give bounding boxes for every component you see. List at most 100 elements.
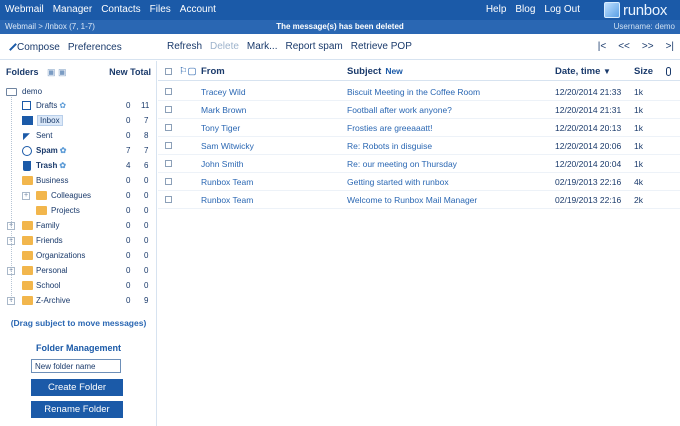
message-row[interactable]: Tony Tiger Frosties are greeaaatt! 12/20… bbox=[158, 119, 680, 137]
folder-total-count: 7 bbox=[144, 146, 149, 155]
message-checkbox[interactable] bbox=[165, 178, 172, 185]
message-size: 1k bbox=[634, 123, 643, 133]
message-date: 02/19/2013 22:16 bbox=[555, 195, 622, 205]
rename-folder-button[interactable]: Rename Folder bbox=[31, 401, 123, 418]
column-subject[interactable]: Subject New bbox=[347, 66, 403, 77]
folder-label: Projects bbox=[51, 206, 80, 215]
folder-sent[interactable]: ◤ Sent 0 8 bbox=[0, 129, 156, 144]
folder-new-count: 0 bbox=[126, 281, 131, 290]
expand-icon[interactable]: + bbox=[7, 222, 15, 230]
new-folder-name-input[interactable] bbox=[31, 359, 121, 373]
folder-friends[interactable]: + Friends 0 0 bbox=[0, 234, 156, 249]
message-checkbox[interactable] bbox=[165, 196, 172, 203]
folder-new-count: 0 bbox=[126, 221, 131, 230]
folder-inbox[interactable]: Inbox 0 7 bbox=[0, 114, 156, 129]
message-from[interactable]: Mark Brown bbox=[201, 105, 246, 115]
runbox-logo[interactable]: runbox bbox=[604, 0, 676, 20]
compose-button[interactable]: Compose bbox=[4, 38, 60, 53]
nav-account[interactable]: Account bbox=[180, 4, 216, 15]
folder-label: Business bbox=[36, 176, 69, 185]
message-subject[interactable]: Football after work anyone? bbox=[347, 105, 452, 115]
message-row[interactable]: Runbox Team Getting started with runbox … bbox=[158, 173, 680, 191]
nav-contacts[interactable]: Contacts bbox=[101, 4, 140, 15]
expand-icon[interactable]: + bbox=[7, 237, 15, 245]
last-page-button[interactable]: >| bbox=[666, 41, 674, 52]
folder-drafts[interactable]: Drafts ✿ 0 11 bbox=[0, 99, 156, 114]
nav-webmail[interactable]: Webmail bbox=[5, 4, 44, 15]
folder-label: Family bbox=[36, 221, 60, 230]
message-checkbox[interactable] bbox=[165, 142, 172, 149]
folder-total-count: 0 bbox=[144, 221, 149, 230]
folder-spam[interactable]: Spam ✿ 7 7 bbox=[0, 144, 156, 159]
folder-label: Personal bbox=[36, 266, 68, 275]
message-subject[interactable]: Re: Robots in disguise bbox=[347, 141, 432, 151]
message-subject[interactable]: Welcome to Runbox Mail Manager bbox=[347, 195, 477, 205]
message-from[interactable]: Runbox Team bbox=[201, 177, 253, 187]
expand-icon[interactable]: + bbox=[7, 297, 15, 305]
message-checkbox[interactable] bbox=[165, 124, 172, 131]
message-checkbox[interactable] bbox=[165, 106, 172, 113]
secondary-nav: Help Blog Log Out bbox=[486, 4, 580, 15]
folder-family[interactable]: + Family 0 0 bbox=[0, 219, 156, 234]
message-row[interactable]: Runbox Team Welcome to Runbox Mail Manag… bbox=[158, 191, 680, 209]
message-from[interactable]: Tracey Wild bbox=[201, 87, 246, 97]
column-size[interactable]: Size bbox=[634, 66, 653, 77]
first-page-button[interactable]: |< bbox=[598, 41, 606, 52]
folder-z-archive[interactable]: + Z-Archive 0 9 bbox=[0, 294, 156, 309]
retrieve-pop-button[interactable]: Retrieve POP bbox=[351, 41, 412, 52]
flag-column-icon[interactable]: ⚐▢ bbox=[179, 66, 197, 77]
nav-blog[interactable]: Blog bbox=[515, 4, 535, 15]
message-subject[interactable]: Getting started with runbox bbox=[347, 177, 449, 187]
message-row[interactable]: John Smith Re: our meeting on Thursday 1… bbox=[158, 155, 680, 173]
new-total-header: New Total bbox=[109, 67, 151, 77]
message-checkbox[interactable] bbox=[165, 160, 172, 167]
folder-view-icons[interactable]: ▣ ▣ bbox=[47, 67, 67, 78]
select-all-checkbox[interactable] bbox=[165, 68, 172, 75]
message-subject[interactable]: Biscuit Meeting in the Coffee Room bbox=[347, 87, 480, 97]
folder-total-count: 8 bbox=[144, 131, 149, 140]
folder-new-count: 4 bbox=[126, 161, 131, 170]
message-from[interactable]: John Smith bbox=[201, 159, 244, 169]
folder-projects[interactable]: Projects 0 0 bbox=[0, 204, 156, 219]
next-page-button[interactable]: >> bbox=[642, 41, 654, 52]
mark-button[interactable]: Mark... bbox=[247, 41, 278, 52]
nav-help[interactable]: Help bbox=[486, 4, 507, 15]
delete-button[interactable]: Delete bbox=[210, 41, 239, 52]
folder-root[interactable]: demo bbox=[0, 85, 156, 100]
expand-icon[interactable]: + bbox=[7, 267, 15, 275]
prev-page-button[interactable]: << bbox=[618, 41, 630, 52]
message-row[interactable]: Tracey Wild Biscuit Meeting in the Coffe… bbox=[158, 83, 680, 101]
column-from[interactable]: From bbox=[201, 66, 225, 77]
report-spam-button[interactable]: Report spam bbox=[285, 41, 342, 52]
message-size: 1k bbox=[634, 159, 643, 169]
message-row[interactable]: Sam Witwicky Re: Robots in disguise 12/2… bbox=[158, 137, 680, 155]
nav-files[interactable]: Files bbox=[150, 4, 171, 15]
message-from[interactable]: Sam Witwicky bbox=[201, 141, 254, 151]
message-date: 12/20/2014 21:33 bbox=[555, 87, 622, 97]
folder-business[interactable]: Business 0 0 bbox=[0, 174, 156, 189]
folder-school[interactable]: School 0 0 bbox=[0, 279, 156, 294]
column-date[interactable]: Date, time ▼ bbox=[555, 66, 611, 77]
create-folder-button[interactable]: Create Folder bbox=[31, 379, 123, 396]
folder-organizations[interactable]: Organizations 0 0 bbox=[0, 249, 156, 264]
message-subject[interactable]: Re: our meeting on Thursday bbox=[347, 159, 457, 169]
refresh-button[interactable]: Refresh bbox=[167, 41, 202, 52]
folder-personal[interactable]: + Personal 0 0 bbox=[0, 264, 156, 279]
message-from[interactable]: Tony Tiger bbox=[201, 123, 240, 133]
message-from[interactable]: Runbox Team bbox=[201, 195, 253, 205]
expand-icon[interactable]: + bbox=[22, 192, 30, 200]
preferences-button[interactable]: Preferences bbox=[68, 42, 122, 53]
top-navigation-bar: Webmail Manager Contacts Files Account H… bbox=[0, 0, 680, 20]
folder-trash[interactable]: Trash ✿ 4 6 bbox=[0, 159, 156, 174]
sync-icon: ✿ bbox=[59, 161, 67, 170]
message-list-header: ⚐▢ From Subject New Date, time ▼ Size bbox=[158, 61, 680, 81]
message-row[interactable]: Mark Brown Football after work anyone? 1… bbox=[158, 101, 680, 119]
folder-colleagues[interactable]: + Colleagues 0 0 bbox=[0, 189, 156, 204]
message-size: 1k bbox=[634, 105, 643, 115]
folder-label: Trash bbox=[36, 161, 58, 170]
message-checkbox[interactable] bbox=[165, 88, 172, 95]
message-subject[interactable]: Frosties are greeaaatt! bbox=[347, 123, 433, 133]
folder-icon bbox=[22, 236, 33, 245]
nav-manager[interactable]: Manager bbox=[53, 4, 92, 15]
nav-logout[interactable]: Log Out bbox=[544, 4, 580, 15]
